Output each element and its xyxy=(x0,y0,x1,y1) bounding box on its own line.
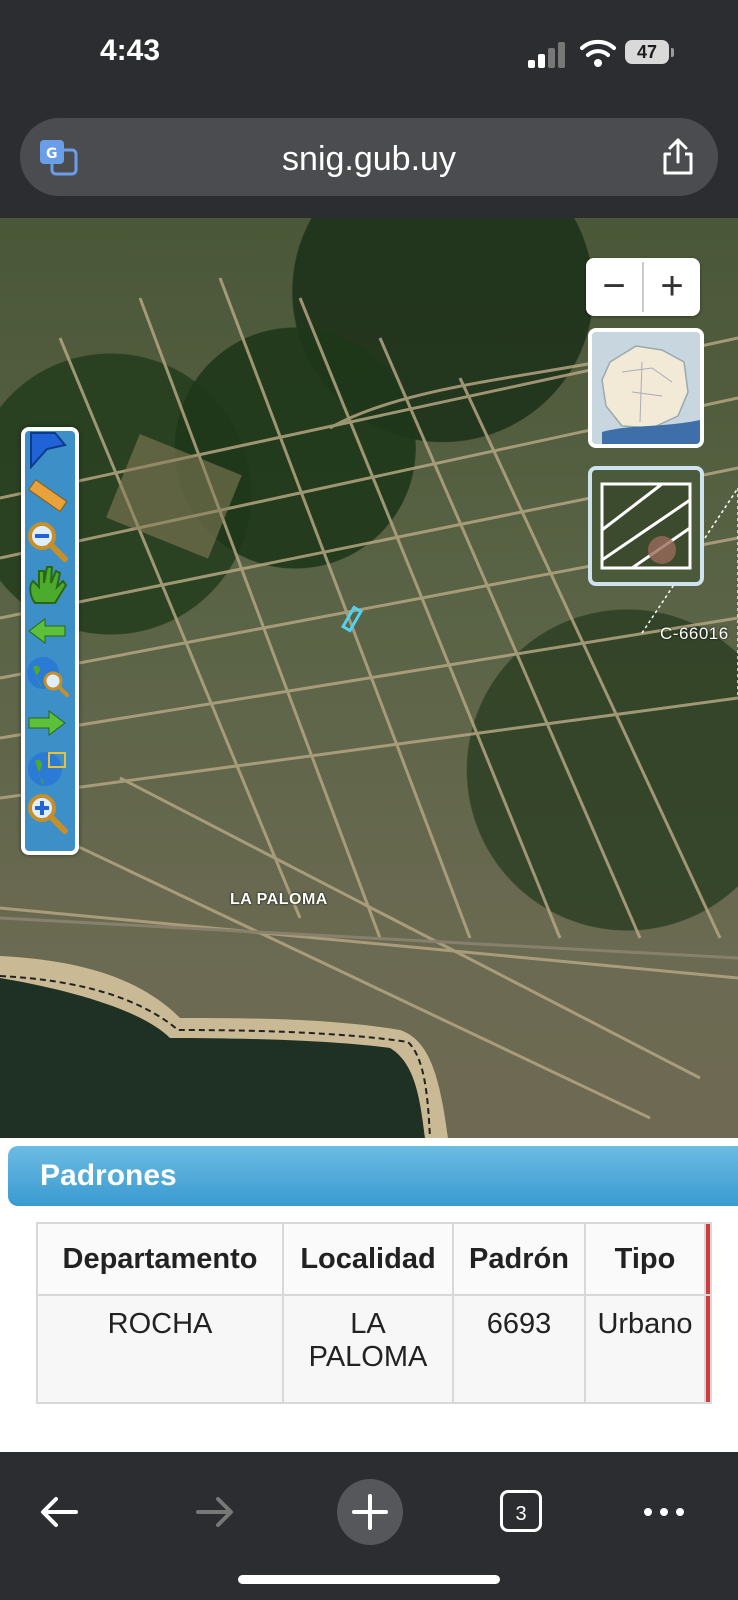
wifi-icon xyxy=(580,39,616,67)
new-tab-icon[interactable] xyxy=(336,1478,404,1546)
padrones-table: Departamento Localidad Padrón Tipo ROCHA… xyxy=(36,1222,712,1404)
home-indicator[interactable] xyxy=(238,1575,500,1584)
zoom-in-magnifier-icon[interactable] xyxy=(25,791,69,835)
zoom-control: − + xyxy=(586,258,700,316)
address-bar[interactable]: G snig.gub.uy xyxy=(20,118,718,196)
cellular-signal-icon xyxy=(528,42,565,68)
globe-extent-icon[interactable] xyxy=(25,747,69,791)
cell-departamento: ROCHA xyxy=(36,1294,284,1404)
panel-header: Padrones xyxy=(8,1146,738,1206)
column-header: Tipo xyxy=(584,1222,706,1296)
panel-title: Padrones xyxy=(40,1159,177,1192)
column-header: Localidad xyxy=(282,1222,454,1296)
back-icon[interactable] xyxy=(36,1488,84,1536)
battery-icon: 47 xyxy=(625,40,675,66)
battery-level: 47 xyxy=(625,40,669,64)
uruguay-map-icon xyxy=(592,332,700,444)
globe-search-icon[interactable] xyxy=(25,653,69,697)
map-viewport[interactable]: LA PALOMA C-66016 − + xyxy=(0,218,738,1138)
forward-arrow-icon[interactable] xyxy=(25,701,69,745)
map-toolbar xyxy=(21,427,79,855)
column-header: Departamento xyxy=(36,1222,284,1296)
pan-hand-icon[interactable] xyxy=(25,565,69,609)
more-menu-icon[interactable] xyxy=(640,1488,688,1536)
forward-icon[interactable] xyxy=(190,1488,238,1536)
basemap-satellite-parcels-thumbnail[interactable] xyxy=(588,466,704,586)
place-label: LA PALOMA xyxy=(230,891,328,908)
cell-tipo: Urbano xyxy=(584,1294,706,1404)
row-action-button[interactable] xyxy=(704,1294,712,1404)
back-arrow-icon[interactable] xyxy=(25,609,69,653)
basemap-uruguay-thumbnail[interactable] xyxy=(588,328,704,448)
satellite-parcels-icon xyxy=(592,470,700,582)
url-text[interactable]: snig.gub.uy xyxy=(20,140,718,179)
zoom-in-button[interactable]: + xyxy=(644,258,700,316)
zoom-out-magnifier-icon[interactable] xyxy=(25,519,69,563)
status-time: 4:43 xyxy=(100,34,161,67)
padrones-panel: Padrones Departamento Localidad Padrón T… xyxy=(0,1138,738,1452)
zoom-out-button[interactable]: − xyxy=(586,258,642,316)
parcel-label: C-66016 xyxy=(660,624,729,643)
measure-ruler-icon[interactable] xyxy=(25,473,69,517)
cell-localidad: LA PALOMA xyxy=(282,1294,454,1404)
flag-icon[interactable] xyxy=(25,427,69,471)
share-icon[interactable] xyxy=(660,136,696,176)
tab-count-button[interactable]: 3 xyxy=(500,1490,542,1532)
status-bar: 4:43 47 xyxy=(0,0,738,110)
table-row[interactable]: ROCHA LA PALOMA 6693 Urbano xyxy=(36,1294,712,1404)
cell-padron: 6693 xyxy=(452,1294,586,1404)
action-column-header[interactable] xyxy=(704,1222,712,1296)
column-header: Padrón xyxy=(452,1222,586,1296)
